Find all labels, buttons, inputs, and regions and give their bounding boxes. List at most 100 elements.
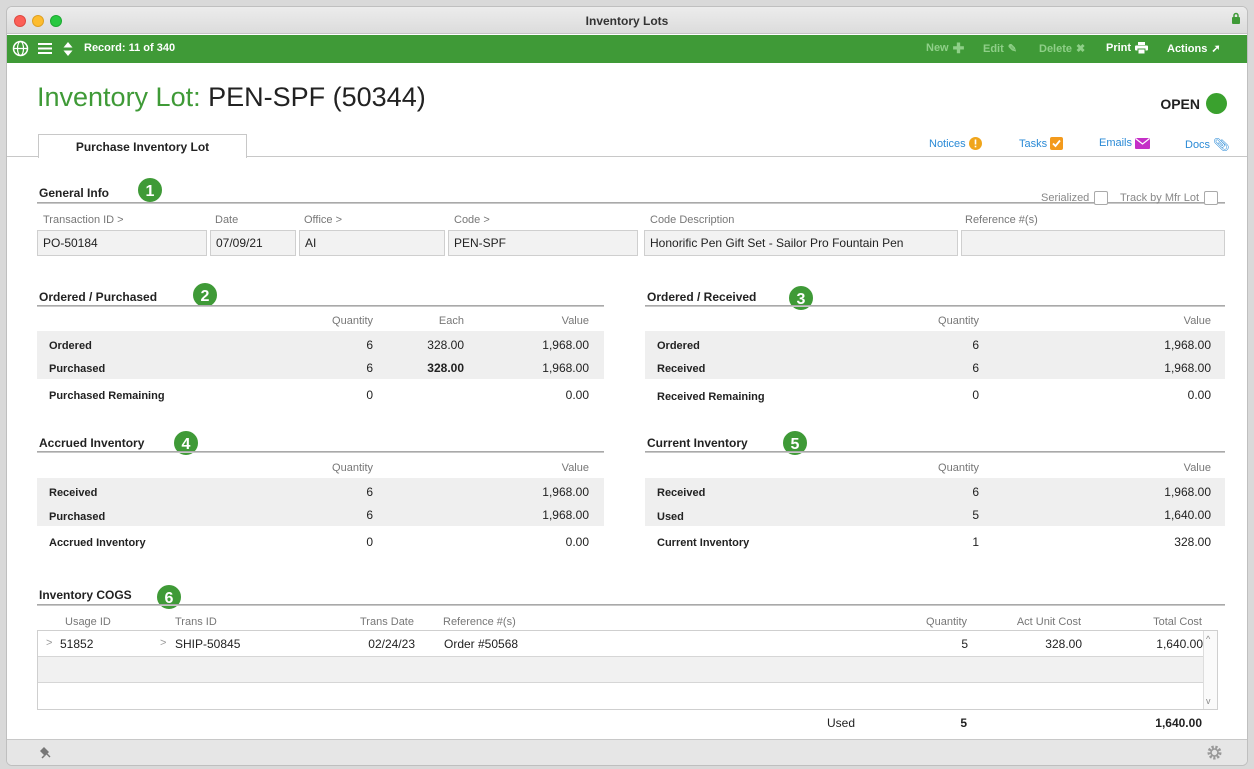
table-row[interactable]: > 51852 > SHIP-50845 02/24/23 Order #505… [38,631,1205,657]
emails-link[interactable]: Emails [1099,137,1151,149]
table-row [38,657,1205,683]
callout-badge-6: 6 [155,583,183,611]
op-row-value: 0.00 [565,388,589,402]
ordered-purchased-divider [37,305,604,307]
list-icon[interactable] [38,42,52,55]
record-counter: Record: 11 of 340 [84,42,176,54]
print-button[interactable]: Print [1106,42,1149,54]
ci-row-value: 1,968.00 [1164,485,1211,499]
title-bar: Inventory Lots [7,7,1247,34]
reference-label: Reference #(s) [965,214,1038,226]
ci-row-qty: 6 [972,485,979,499]
trans-date-cell: 02/24/23 [368,637,415,651]
accrued-inventory-divider [37,451,604,453]
new-label: New [926,42,949,54]
ai-row-qty: 6 [366,508,373,522]
ordered-received-title: Ordered / Received [647,290,757,304]
docs-link[interactable]: Docs 📎︎ [1185,137,1230,153]
op-row-each: 328.00 [427,361,464,375]
emails-label: Emails [1099,137,1133,149]
serialized-box[interactable] [1094,191,1109,205]
cogs-col-usage-id: Usage ID [65,616,111,628]
track-mfr-lot-box[interactable] [1204,191,1219,205]
ordered-received-divider [645,305,1225,307]
transaction-id-field[interactable]: PO-50184 [37,230,207,256]
pencil-icon: ✎ [1007,43,1017,55]
globe-icon[interactable] [12,40,29,57]
toolbar: Record: 11 of 340 New ✚ Edit ✎ Delete ✖ … [7,35,1247,63]
code-description-field[interactable]: Honorific Pen Gift Set - Sailor Pro Foun… [644,230,958,256]
delete-label: Delete [1039,42,1073,55]
actions-button[interactable]: Actions ➚ [1167,42,1221,56]
cogs-scrollbar[interactable]: ^ v [1203,631,1217,709]
record-stepper-icon[interactable] [63,41,73,57]
tab-purchase-inventory-lot[interactable]: Purchase Inventory Lot [38,134,247,158]
or-row-qty: 6 [972,338,979,352]
table-row [38,683,1205,709]
or-row-value: 1,968.00 [1164,361,1211,375]
new-button[interactable]: New ✚ [926,41,964,55]
code-label[interactable]: Code > [454,214,490,226]
quantity-cell: 5 [961,637,968,651]
cogs-col-reference: Reference #(s) [443,616,516,628]
pin-icon[interactable] [40,746,52,760]
code-description-label: Code Description [650,214,735,226]
tasks-link[interactable]: Tasks [1019,137,1064,150]
op-row-label: Purchased [49,363,106,375]
office-field[interactable]: AI [299,230,445,256]
printer-icon [1135,42,1149,54]
cogs-table: > 51852 > SHIP-50845 02/24/23 Order #505… [37,630,1218,710]
edit-button[interactable]: Edit ✎ [983,42,1017,56]
callout-badge-3: 3 [787,284,815,312]
current-inventory-divider [645,451,1225,453]
op-row-each: 328.00 [427,338,464,352]
office-label[interactable]: Office > [304,214,342,226]
cogs-total-label: Used [826,716,855,730]
date-field[interactable]: 07/09/21 [210,230,296,256]
expand-chevron-icon[interactable]: > [160,637,166,649]
reference-cell: Order #50568 [444,637,519,651]
page-title: Inventory Lot: PEN-SPF (50344) [37,82,426,113]
ai-row-label: Purchased [49,511,106,523]
total-cost-cell: 1,640.00 [1156,637,1203,651]
trans-id-cell[interactable]: SHIP-50845 [175,637,240,651]
page-title-label: Inventory Lot: [37,82,201,112]
ci-row-value: 328.00 [1174,535,1211,549]
notices-link[interactable]: Notices [929,137,982,150]
current-inventory-title: Current Inventory [647,436,748,450]
footer-bar [7,739,1247,765]
gear-icon[interactable] [1206,744,1223,761]
status-label: OPEN [1160,95,1200,112]
ci-row-label: Current Inventory [657,537,750,549]
reference-field[interactable] [961,230,1225,256]
op-row-value: 1,968.00 [542,361,589,375]
cogs-col-act-unit-cost: Act Unit Cost [1016,616,1081,628]
date-label: Date [215,214,239,226]
paperclip-icon: 📎︎ [1213,137,1230,152]
scroll-up-icon[interactable]: ^ [1206,634,1210,644]
cogs-col-total-cost: Total Cost [1153,616,1202,628]
track-mfr-lot-checkbox[interactable]: Track by Mfr Lot [1120,191,1219,205]
ci-col-quantity: Quantity [938,462,979,474]
usage-id-cell[interactable]: 51852 [60,637,93,651]
ci-row-qty: 1 [972,535,979,549]
op-row-label: Purchased Remaining [49,390,165,402]
op-row-qty: 6 [366,338,373,352]
delete-button[interactable]: Delete ✖ [1039,42,1085,56]
expand-chevron-icon[interactable]: > [46,637,52,649]
ci-col-value: Value [1183,462,1211,474]
cogs-total-cost: 1,640.00 [1155,716,1202,730]
ci-row-label: Received [657,487,706,499]
ordered-purchased-title: Ordered / Purchased [39,290,158,304]
scroll-down-icon[interactable]: v [1206,696,1211,706]
ci-row-qty: 5 [972,508,979,522]
op-row-label: Ordered [49,340,92,352]
or-row-value: 0.00 [1187,388,1211,402]
app-window: Inventory Lots Record: 11 of 340 New ✚ E… [6,6,1248,766]
transaction-id-label[interactable]: Transaction ID > [43,214,124,226]
code-field[interactable]: PEN-SPF [448,230,638,256]
ai-row-label: Accrued Inventory [49,537,146,549]
cogs-col-trans-date: Trans Date [359,616,414,628]
op-col-each: Each [438,315,464,327]
serialized-checkbox[interactable]: Serialized [1041,191,1109,205]
